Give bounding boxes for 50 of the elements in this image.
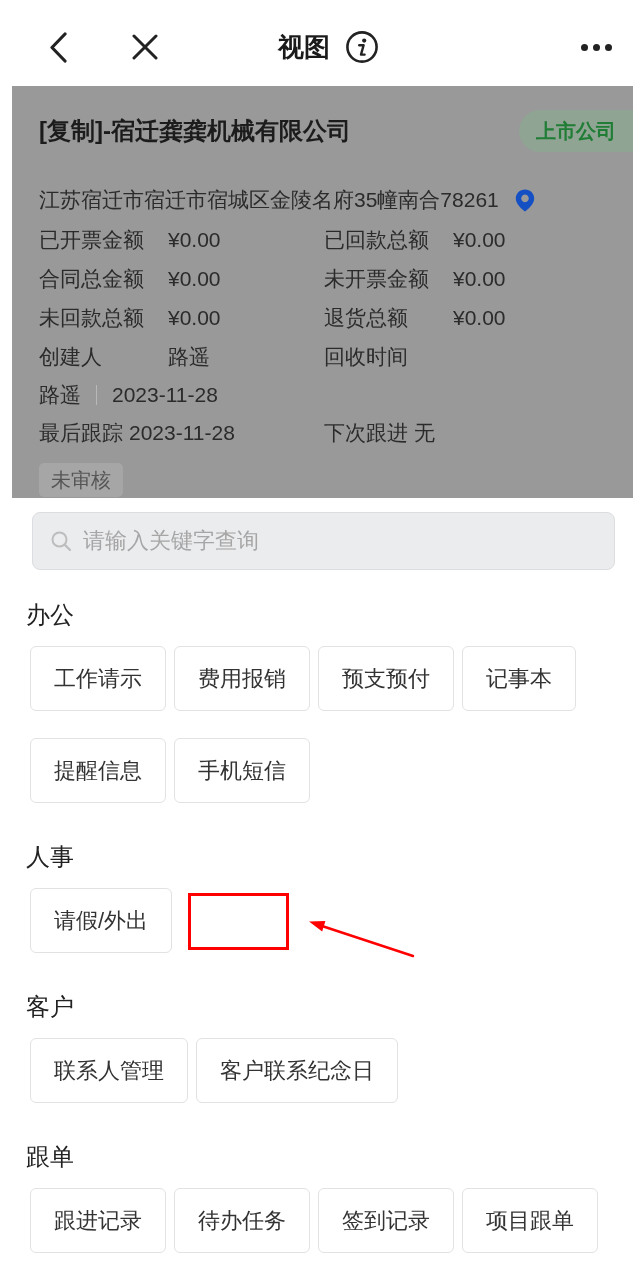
back-icon[interactable] xyxy=(49,31,67,63)
status-tag: 未审核 xyxy=(39,463,123,497)
menu-button[interactable]: 联系人管理 xyxy=(30,1038,188,1103)
field-value: ¥0.00 xyxy=(168,226,221,253)
field-value: ¥0.00 xyxy=(168,265,221,292)
menu-button[interactable]: 请假/外出 xyxy=(30,888,173,953)
field-value: ¥0.00 xyxy=(453,304,506,331)
location-pin-icon[interactable] xyxy=(514,188,535,212)
search-field[interactable]: 请输入关键字查询 xyxy=(32,512,615,570)
menu-button[interactable]: 手机短信 xyxy=(174,738,310,803)
search-icon xyxy=(51,531,71,551)
menu-button[interactable]: 费用报销 xyxy=(174,646,310,711)
section-heading: 客户 xyxy=(26,993,75,1021)
company-name: [复制]-宿迁龚龚机械有限公司 xyxy=(39,116,351,146)
company-address: 江苏宿迁市宿迁市宿城区金陵名府35幢南合78261 xyxy=(39,187,499,214)
menu-button[interactable]: 待办任务 xyxy=(174,1188,310,1253)
field-label: 退货总额 xyxy=(324,304,409,331)
field-label: 回收时间 xyxy=(324,343,409,370)
field-label: 已开票金额 xyxy=(39,226,145,253)
section-heading: 人事 xyxy=(26,843,75,871)
follow-label: 下次跟进 xyxy=(324,419,408,446)
menu-button[interactable]: 签到记录 xyxy=(318,1188,454,1253)
follow-value: 2023-11-28 xyxy=(129,419,235,446)
menu-button[interactable]: 工作请示 xyxy=(30,646,166,711)
menu-button[interactable]: 提醒信息 xyxy=(30,738,166,803)
field-value: ¥0.00 xyxy=(168,304,221,331)
section-heading: 跟单 xyxy=(26,1143,75,1171)
more-icon[interactable] xyxy=(581,43,612,51)
field-label: 未开票金额 xyxy=(324,265,430,292)
field-label: 已回款总额 xyxy=(324,226,430,253)
page-title: 视图 xyxy=(278,31,330,63)
field-value: 路遥 xyxy=(168,343,210,370)
follow-value: 无 xyxy=(414,419,435,446)
field-value: ¥0.00 xyxy=(453,265,506,292)
field-label: 合同总金额 xyxy=(39,265,145,292)
creator-name: 路遥 xyxy=(39,382,81,409)
listed-badge: 上市公司 xyxy=(519,110,633,152)
info-icon[interactable] xyxy=(346,31,378,63)
field-label: 未回款总额 xyxy=(39,304,145,331)
section-heading: 办公 xyxy=(26,601,75,629)
close-icon[interactable] xyxy=(132,34,158,60)
menu-button[interactable]: 记事本 xyxy=(462,646,576,711)
menu-button[interactable]: 预支预付 xyxy=(318,646,454,711)
field-value: ¥0.00 xyxy=(453,226,506,253)
menu-button[interactable]: 跟进记录 xyxy=(30,1188,166,1253)
follow-label: 最后跟踪 xyxy=(39,419,123,446)
menu-button[interactable]: 客户联系纪念日 xyxy=(196,1038,398,1103)
field-label: 创建人 xyxy=(39,343,103,370)
menu-button[interactable]: 项目跟单 xyxy=(462,1188,598,1253)
created-date: 2023-11-28 xyxy=(112,382,218,409)
